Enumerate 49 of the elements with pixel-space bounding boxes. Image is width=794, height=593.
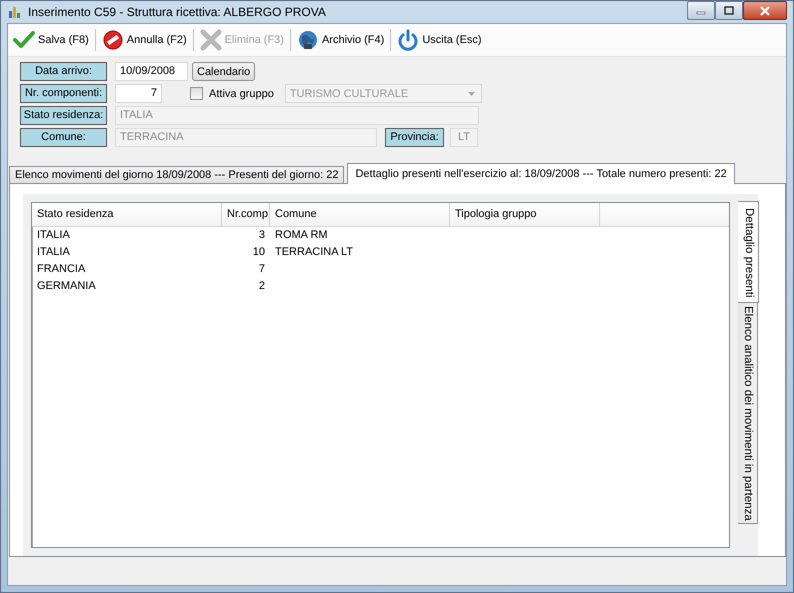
field-label: Provincia: (385, 128, 444, 147)
table-cell: 10 (252, 246, 265, 258)
table-cell: ITALIA (37, 246, 70, 258)
tab[interactable]: Elenco movimenti del giorno 18/09/2008 --- Presenti del giorno: 22 (9, 166, 344, 183)
table-cell: ITALIA (37, 229, 70, 241)
no-entry-icon (102, 29, 124, 51)
maximize-button[interactable] (715, 1, 743, 20)
field-label: Stato residenza: (20, 106, 107, 125)
input-field: LT (450, 128, 478, 147)
input-field[interactable]: 7 (115, 84, 162, 103)
window-title: Inserimento C59 - Struttura ricettiva: ALBERGO PROVA (28, 5, 326, 19)
dropdown: TURISMO CULTURALE (284, 84, 482, 103)
column-header[interactable]: Stato residenza (32, 203, 222, 226)
toolbar-button[interactable]: Uscita (Esc) (394, 27, 485, 53)
input-field: ITALIA (115, 106, 479, 125)
app-icon (8, 5, 22, 19)
power-icon (397, 29, 420, 51)
toolbar-button[interactable]: Archivio (F4) (294, 27, 388, 53)
tab[interactable]: Dettaglio presenti nell'esercizio al: 18/09/2008 --- Totale numero presenti: 22 (347, 163, 735, 184)
close-icon (759, 6, 771, 16)
check-icon (13, 29, 35, 51)
side-tab[interactable]: Dettaglio presenti (738, 201, 759, 302)
toolbar-button[interactable]: Salva (F8) (10, 27, 92, 53)
table-cell: GERMANIA (37, 280, 96, 292)
column-header[interactable]: Nr.comp (222, 203, 270, 226)
field-label: Nr. componenti: (20, 84, 107, 103)
column-header[interactable]: Comune (270, 203, 450, 226)
toolbar-button[interactable]: Annulla (F2) (98, 27, 190, 53)
side-tab[interactable]: Elenco analitico dei movimenti in partenza (738, 302, 758, 524)
field-label: Comune: (20, 128, 107, 147)
input-field: TERRACINA (115, 128, 377, 147)
table-cell: ROMA RM (275, 229, 328, 241)
close-button[interactable] (743, 1, 787, 20)
calendar-button[interactable]: Calendario (192, 62, 256, 81)
column-header[interactable]: Tipologia gruppo (450, 203, 600, 226)
table-cell: 3 (258, 229, 265, 241)
checkbox-label: Attiva gruppo (209, 88, 274, 100)
checkbox[interactable] (190, 87, 203, 100)
table-cell: 7 (258, 263, 265, 275)
maximize-icon (724, 6, 734, 15)
input-field[interactable]: 10/09/2008 (115, 62, 188, 81)
table-cell: FRANCIA (37, 263, 86, 275)
minimize-button[interactable] (687, 1, 715, 20)
table-cell: TERRACINA LT (275, 246, 354, 258)
table-cell: 2 (258, 280, 265, 292)
field-label: Data arrivo: (20, 62, 107, 81)
cross-icon (200, 29, 222, 51)
globe-icon (296, 29, 319, 51)
dropdown-arrow-icon (468, 92, 475, 96)
